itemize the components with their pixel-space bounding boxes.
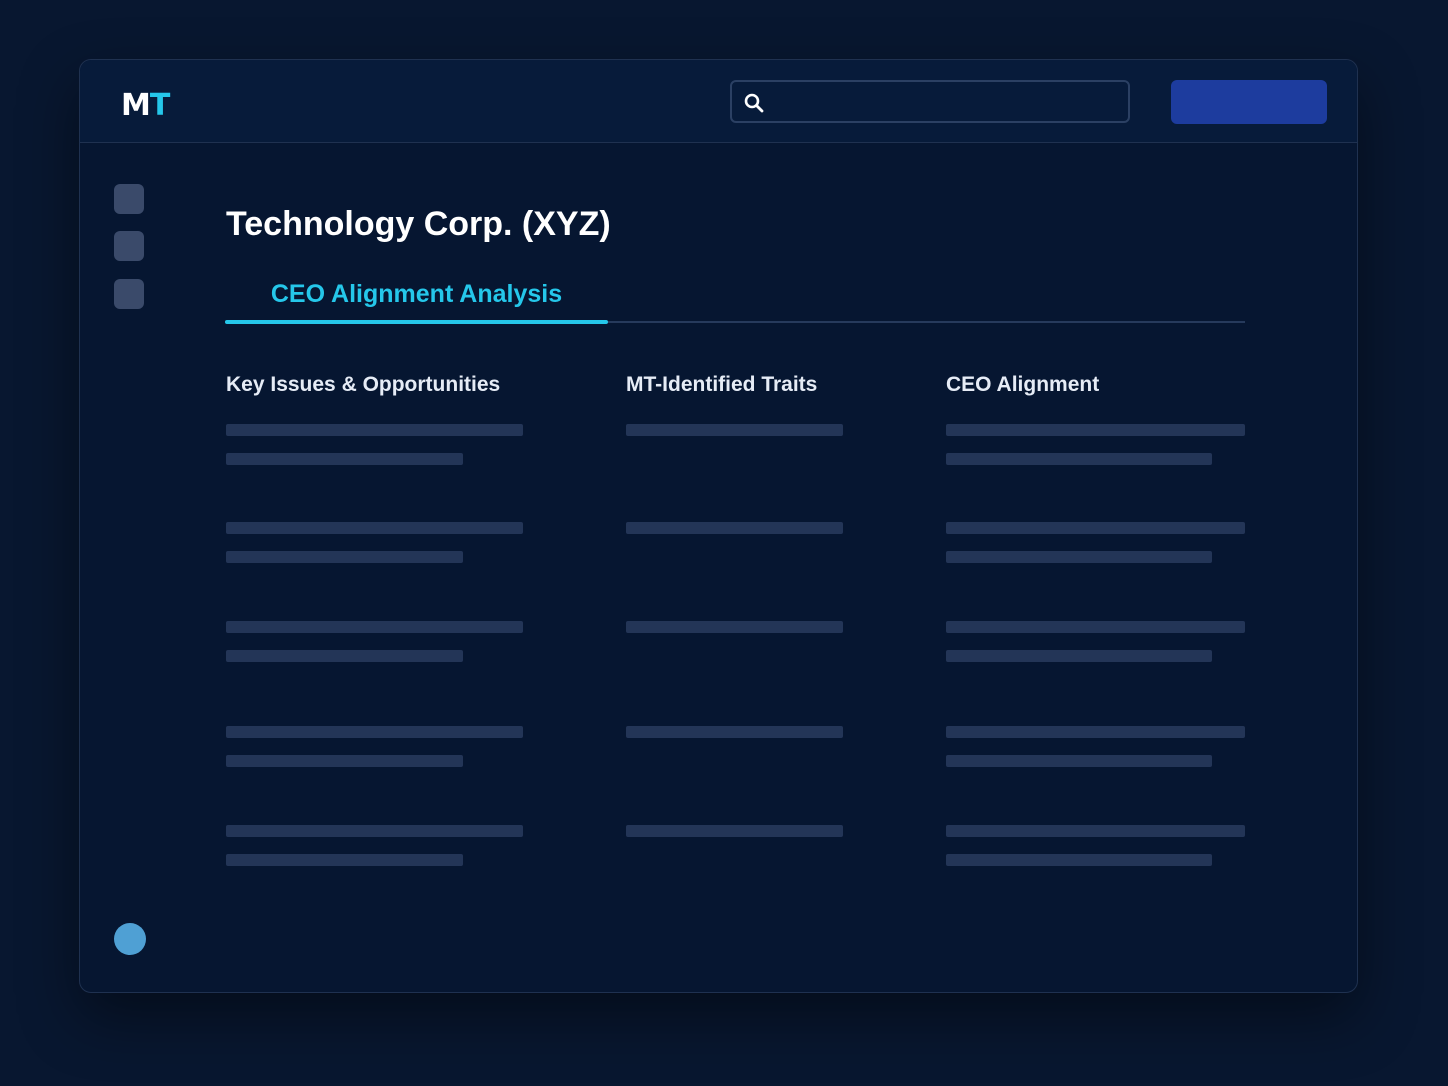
column-header-ceo-alignment: CEO Alignment [946,373,1100,396]
skeleton-line [946,755,1212,767]
user-avatar[interactable] [114,923,146,955]
primary-action-button[interactable] [1171,80,1327,124]
column-header-traits: MT-Identified Traits [626,373,818,396]
top-header: MT [80,60,1357,143]
tab-bar: CEO Alignment Analysis [225,277,1245,324]
skeleton-line [946,424,1245,436]
skeleton-line [226,551,463,563]
search-input[interactable] [772,82,1126,123]
logo-letter-m: M [121,88,151,123]
skeleton-line [226,726,523,738]
skeleton-line [946,726,1245,738]
skeleton-line [226,453,463,465]
logo-letter-t: T [149,88,170,123]
search-box[interactable] [730,80,1130,123]
app-window: MT Technology Corp. (XYZ) CEO Alignment … [79,59,1358,993]
skeleton-line [226,522,523,534]
sidebar-nav-item-1[interactable] [114,184,144,214]
skeleton-line [946,854,1212,866]
sidebar-nav-item-2[interactable] [114,231,144,261]
skeleton-line [626,522,843,534]
skeleton-line [226,755,463,767]
tab-ceo-alignment-analysis[interactable]: CEO Alignment Analysis [225,277,608,324]
skeleton-line [946,825,1245,837]
skeleton-line [226,854,463,866]
logo[interactable]: MT [121,88,170,123]
sidebar-nav-item-3[interactable] [114,279,144,309]
skeleton-line [946,621,1245,633]
skeleton-line [946,522,1245,534]
skeleton-line [226,825,523,837]
tab-active-indicator [225,320,608,324]
page-title: Technology Corp. (XYZ) [226,205,611,243]
skeleton-line [626,726,843,738]
skeleton-line [226,650,463,662]
search-icon [744,93,764,113]
skeleton-line [946,650,1212,662]
column-header-key-issues: Key Issues & Opportunities [226,373,501,396]
skeleton-line [946,551,1212,563]
skeleton-line [626,621,843,633]
skeleton-line [226,621,523,633]
skeleton-line [626,424,843,436]
tab-label: CEO Alignment Analysis [270,280,563,308]
skeleton-line [626,825,843,837]
skeleton-line [946,453,1212,465]
skeleton-line [226,424,523,436]
